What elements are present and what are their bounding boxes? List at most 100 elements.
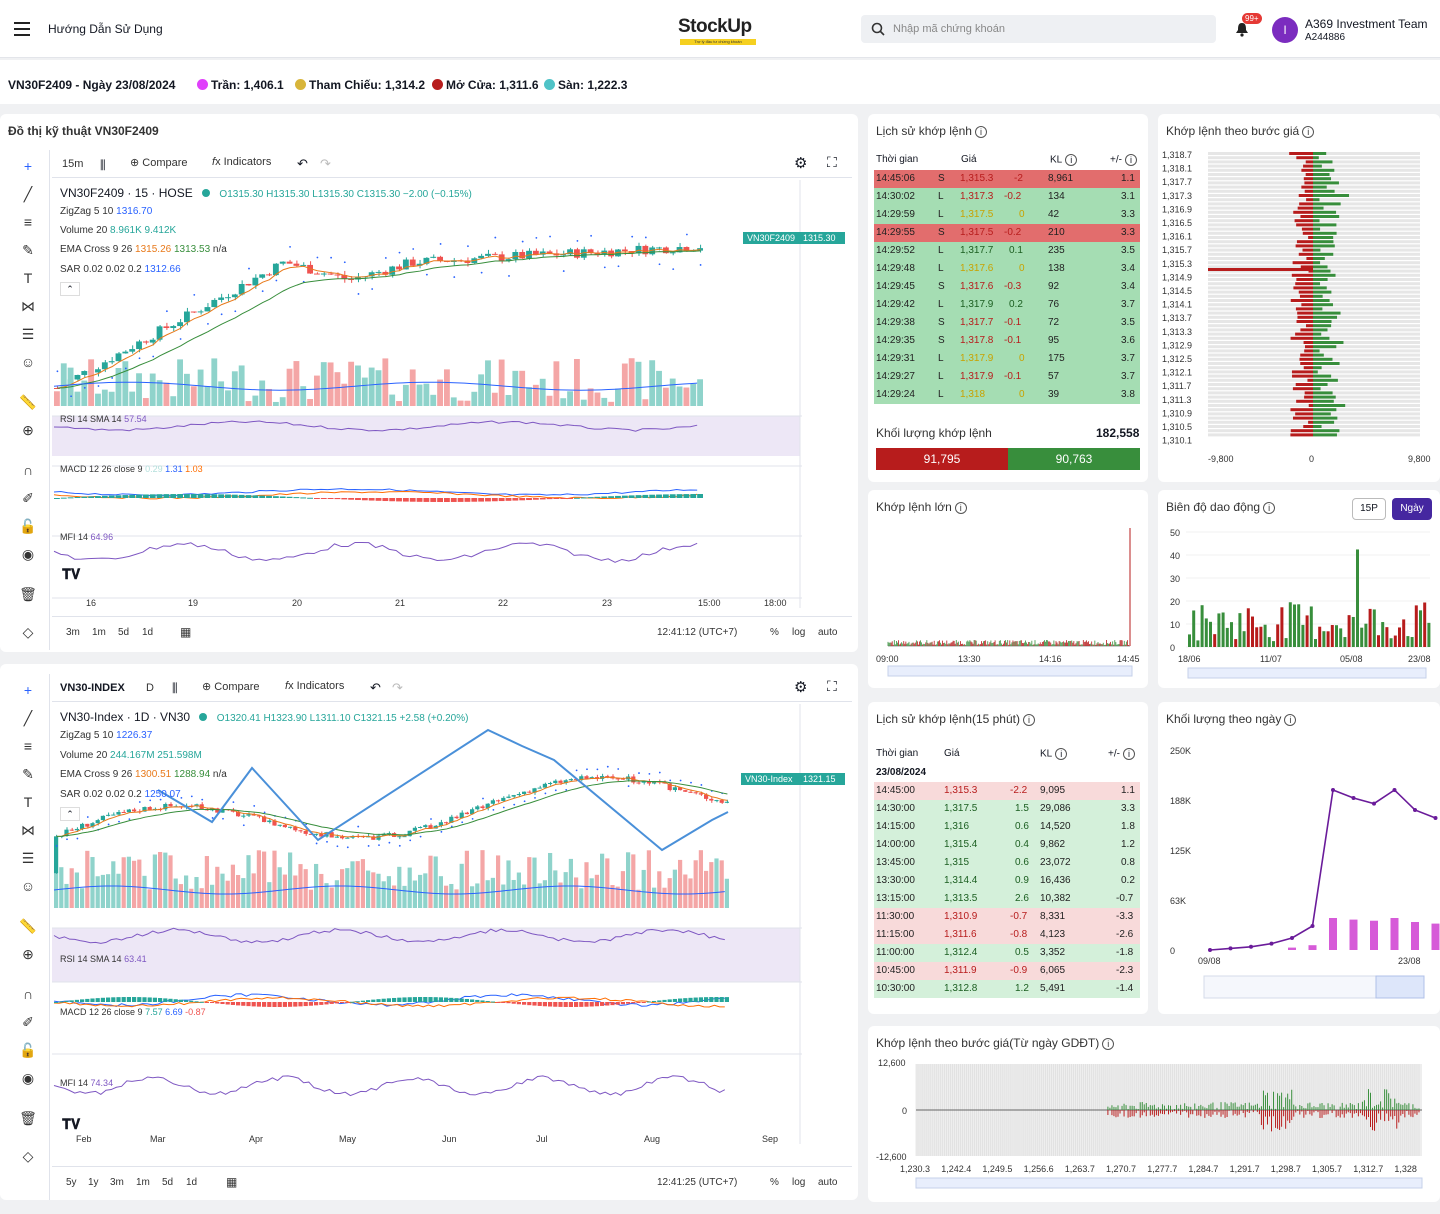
- trade-row[interactable]: 14:29:31 L 1,317.9 0 175 3.7: [874, 350, 1140, 368]
- symbol-search[interactable]: VN30-INDEX: [60, 682, 125, 694]
- trade-row[interactable]: 14:29:38 S 1,317.7 -0.1 72 3.5: [874, 314, 1140, 332]
- step-price-all-chart[interactable]: 12,600 0 -12,600 1,230.3 1,242.4 1,249.5 1,256…: [868, 1056, 1440, 1202]
- redo-icon[interactable]: ↷: [392, 680, 403, 696]
- candle-type-icon[interactable]: ⫼: [172, 681, 178, 696]
- info-icon[interactable]: i: [1284, 713, 1297, 726]
- prediction-icon[interactable]: ☰: [18, 850, 38, 870]
- trade-15-row[interactable]: 10:45:00 1,311.9 -0.9 6,065 -2.3: [874, 962, 1140, 980]
- pattern-icon[interactable]: ⋈: [18, 822, 38, 842]
- trade-15-row[interactable]: 13:30:00 1,314.4 0.9 16,436 0.2: [874, 872, 1140, 890]
- tv-logo[interactable]: 𝐓𝐕: [62, 1116, 80, 1133]
- auto-toggle[interactable]: auto: [818, 1177, 837, 1188]
- range-3m[interactable]: 3m: [110, 1177, 124, 1188]
- guide-link[interactable]: Hướng Dẫn Sử Dụng: [48, 22, 163, 36]
- trade-15-row[interactable]: 14:45:00 1,315.3 -2.2 9,095 1.1: [874, 782, 1140, 800]
- search-input[interactable]: Nhập mã chứng khoán: [893, 23, 1005, 35]
- trade-row[interactable]: 14:29:45 S 1,317.6 -0.3 92 3.4: [874, 278, 1140, 296]
- candle-type-icon[interactable]: ⫼: [100, 158, 106, 173]
- settings-icon[interactable]: ⚙: [794, 154, 807, 172]
- info-icon[interactable]: i: [1022, 713, 1035, 726]
- trade-row[interactable]: 14:29:35 S 1,317.8 -0.1 95 3.6: [874, 332, 1140, 350]
- ruler-icon[interactable]: 📏: [18, 918, 38, 938]
- range-1d[interactable]: 1d: [142, 627, 153, 638]
- magnet-icon[interactable]: ∩: [18, 986, 38, 1006]
- range-1d[interactable]: 1d: [186, 1177, 197, 1188]
- daily-volume-chart[interactable]: 250K 188K 125K 63K 0 09/08 23/08: [1158, 736, 1440, 1006]
- info-icon[interactable]: i: [954, 501, 967, 514]
- settings-icon[interactable]: ⚙: [794, 678, 807, 696]
- trade-15-row[interactable]: 11:00:00 1,312.4 0.5 3,352 -1.8: [874, 944, 1140, 962]
- trendline-icon[interactable]: ╱: [18, 186, 38, 206]
- range-chart[interactable]: 50 40 30 20 10 018/06 11/07 05/08 23/08: [1158, 524, 1440, 684]
- trade-15-row[interactable]: 10:30:00 1,312.8 1.2 5,491 -1.4: [874, 980, 1140, 998]
- range-3m[interactable]: 3m: [66, 627, 80, 638]
- crosshair-icon[interactable]: +: [18, 158, 38, 178]
- crosshair-icon[interactable]: +: [18, 682, 38, 702]
- redo-icon[interactable]: ↷: [320, 156, 331, 172]
- zoom-icon[interactable]: ⊕: [18, 946, 38, 966]
- trendline-icon[interactable]: ╱: [18, 710, 38, 730]
- interval-button[interactable]: D: [146, 682, 154, 694]
- goto-date-icon[interactable]: ▦: [180, 625, 191, 639]
- trade-history-list[interactable]: 14:45:06 S 1,315.3 -2 8,961 1.1 14:30:02 L 1,317…: [868, 170, 1148, 412]
- collapse-legend-button[interactable]: ⌃: [60, 282, 80, 296]
- range-5y[interactable]: 5y: [66, 1177, 77, 1188]
- info-icon[interactable]: i: [974, 125, 987, 138]
- trade-15-row[interactable]: 14:00:00 1,315.4 0.4 9,862 1.2: [874, 836, 1140, 854]
- goto-date-icon[interactable]: ▦: [226, 1175, 237, 1189]
- brush-icon[interactable]: ✎: [18, 242, 38, 262]
- lock-draw-icon[interactable]: ✐: [18, 490, 38, 510]
- trade-15-row[interactable]: 11:15:00 1,311.6 -0.8 4,123 -2.6: [874, 926, 1140, 944]
- indicators-button[interactable]: fx Indicators: [285, 680, 344, 692]
- undo-icon[interactable]: ↶: [297, 156, 308, 172]
- step-price-chart[interactable]: 1,318.7 1,318.1 1,317.7 1,317.3 1,316.9 1,316…: [1158, 148, 1440, 468]
- trade-row[interactable]: 14:29:27 L 1,317.9 -0.1 57 3.7: [874, 368, 1140, 386]
- search-box[interactable]: Nhập mã chứng khoán: [861, 15, 1216, 43]
- info-icon[interactable]: i: [1302, 125, 1315, 138]
- zoom-icon[interactable]: ⊕: [18, 422, 38, 442]
- eye-icon[interactable]: ◉: [18, 1070, 38, 1090]
- brush-icon[interactable]: ✎: [18, 766, 38, 786]
- log-toggle[interactable]: log: [792, 1177, 805, 1188]
- percent-toggle[interactable]: %: [770, 627, 779, 638]
- info-icon[interactable]: i: [1263, 501, 1276, 514]
- trade-row[interactable]: 14:45:06 S 1,315.3 -2 8,961 1.1: [874, 170, 1140, 188]
- eye-icon[interactable]: ◉: [18, 546, 38, 566]
- trade-15-row[interactable]: 14:30:00 1,317.5 1.5 29,086 3.3: [874, 800, 1140, 818]
- collapse-legend-button[interactable]: ⌃: [60, 807, 80, 821]
- user-name[interactable]: A369 Investment Team: [1305, 17, 1428, 31]
- lock-icon[interactable]: 🔓: [18, 1042, 38, 1062]
- range-1y[interactable]: 1y: [88, 1177, 99, 1188]
- trade-15-row[interactable]: 11:30:00 1,310.9 -0.7 8,331 -3.3: [874, 908, 1140, 926]
- trash-icon[interactable]: 🗑: [18, 1110, 38, 1130]
- undo-icon[interactable]: ↶: [370, 680, 381, 696]
- trade-row[interactable]: 14:29:55 S 1,317.5 -0.2 210 3.3: [874, 224, 1140, 242]
- big-lot-chart[interactable]: 09:00 13:30 14:16 14:45: [868, 520, 1148, 684]
- logo[interactable]: StockUp Trợ lý đầu tư chứng khoán: [678, 16, 762, 48]
- fullscreen-icon[interactable]: ⛶: [827, 678, 837, 695]
- tv-logo[interactable]: 𝐓𝐕: [62, 566, 80, 583]
- trade-row[interactable]: 14:29:48 L 1,317.6 0 138 3.4: [874, 260, 1140, 278]
- trade-row[interactable]: 14:29:42 L 1,317.9 0.2 76 3.7: [874, 296, 1140, 314]
- trade-15-row[interactable]: 13:45:00 1,315 0.6 23,072 0.8: [874, 854, 1140, 872]
- layers-icon[interactable]: ◇: [18, 624, 38, 644]
- trade-row[interactable]: 14:29:52 L 1,317.7 0.1 235 3.5: [874, 242, 1140, 260]
- avatar[interactable]: I: [1272, 17, 1298, 43]
- info-icon[interactable]: i: [1065, 154, 1078, 166]
- trade-history-15-list[interactable]: 14:45:00 1,315.3 -2.2 9,095 1.1 14:30:00 1,317…: [868, 782, 1148, 1006]
- info-icon[interactable]: i: [1122, 748, 1135, 760]
- info-icon[interactable]: i: [1055, 748, 1068, 760]
- fib-icon[interactable]: ≡: [18, 214, 38, 234]
- interval-button[interactable]: 15m: [62, 158, 83, 170]
- emoji-icon[interactable]: ☺: [18, 354, 38, 374]
- compare-button[interactable]: ⊕ Compare: [202, 680, 260, 693]
- lock-icon[interactable]: 🔓: [18, 518, 38, 538]
- trade-15-row[interactable]: 13:15:00 1,313.5 2.6 10,382 -0.7: [874, 890, 1140, 908]
- trash-icon[interactable]: 🗑: [18, 586, 38, 606]
- trade-row[interactable]: 14:30:02 L 1,317.3 -0.2 134 3.1: [874, 188, 1140, 206]
- prediction-icon[interactable]: ☰: [18, 326, 38, 346]
- info-icon[interactable]: i: [1124, 154, 1137, 166]
- layers-icon[interactable]: ◇: [18, 1148, 38, 1168]
- menu-icon[interactable]: [14, 22, 30, 36]
- emoji-icon[interactable]: ☺: [18, 878, 38, 898]
